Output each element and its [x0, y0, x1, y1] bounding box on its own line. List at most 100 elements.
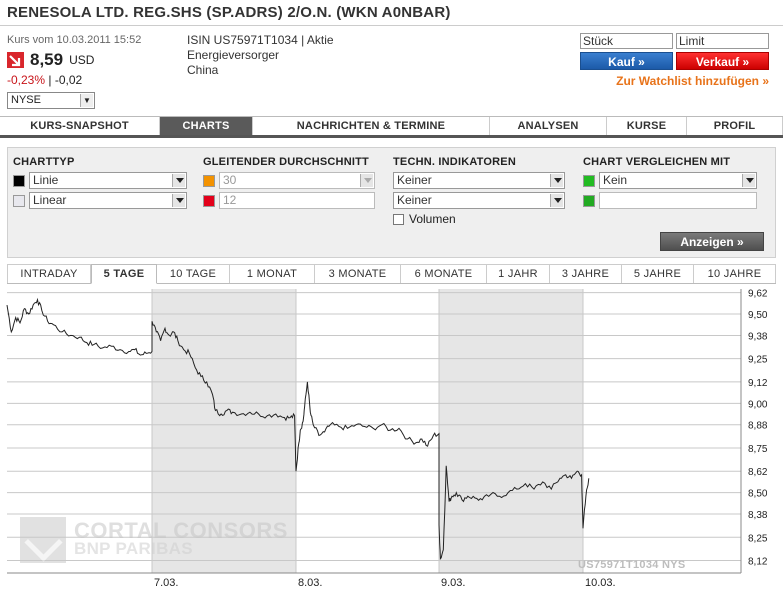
exchange-select[interactable]: NYSE ▼ [7, 92, 95, 109]
main-tabs: KURS-SNAPSHOT CHARTS NACHRICHTEN & TERMINE… [0, 116, 783, 138]
show-chart-button[interactable]: Anzeigen » [660, 232, 764, 251]
change-percent: -0,23% [7, 73, 46, 87]
gd-row-1: 30 [203, 172, 383, 192]
watermark-text: CORTAL CONSORS BNP PARIBAS [74, 518, 288, 558]
vergleich-heading: CHART VERGLEICHEN MIT [583, 156, 731, 168]
currency: USD [69, 53, 95, 67]
indicator2-value: Keiner [397, 193, 432, 207]
buy-button[interactable]: Kauf » [580, 52, 673, 70]
gd2-color-swatch[interactable] [203, 194, 215, 207]
compare-color-swatch[interactable] [583, 174, 595, 187]
country: China [187, 63, 219, 77]
price-change: -0,23% | -0,02 [7, 73, 177, 87]
indicator2-select[interactable]: Keiner [393, 192, 565, 209]
y-tick-label: 9,62 [748, 289, 768, 300]
indicator1-select[interactable]: Keiner [393, 172, 565, 189]
volume-label: Volumen [409, 212, 456, 226]
chevron-down-icon [550, 194, 563, 207]
range-tab-10-jahre[interactable]: 10 JAHRE [694, 264, 776, 283]
range-tab-1-jahr[interactable]: 1 JAHR [487, 264, 550, 283]
range-tabs: INTRADAY 5 TAGE 10 TAGE 1 MONAT 3 MONATE 6 MO… [7, 264, 776, 284]
quote-panel: Kurs vom 10.03.2011 15:52 8,59 USD -0,23… [7, 34, 177, 109]
gd1-color-swatch[interactable] [203, 174, 215, 187]
y-tick-label: 9,12 [748, 378, 768, 389]
range-tab-6-monate[interactable]: 6 MONATE [401, 264, 487, 283]
quantity-input[interactable]: Stück [580, 33, 673, 49]
y-tick-label: 8,88 [748, 421, 768, 432]
volume-option: Volumen [393, 212, 568, 226]
volume-checkbox[interactable] [393, 213, 404, 225]
compare-select[interactable]: Kein [599, 172, 757, 189]
change-separator: | [48, 73, 52, 87]
range-tab-5-tage[interactable]: 5 TAGE [91, 264, 157, 284]
chart-settings-panel: CHARTTYP Linie Linear GLEITENDER DURCHSC… [7, 147, 776, 258]
x-tick-label: 8.03. [298, 577, 322, 589]
chart-type-select[interactable]: Linie [29, 172, 187, 189]
compare-input[interactable] [599, 192, 757, 209]
chevron-down-icon: ▼ [80, 94, 93, 107]
x-tick-label: 9.03. [441, 577, 465, 589]
tab-analysen[interactable]: ANALYSEN [490, 117, 607, 135]
range-tab-intraday[interactable]: INTRADAY [7, 264, 91, 283]
tab-charts[interactable]: CHARTS [160, 117, 253, 135]
tab-profil[interactable]: PROFIL [687, 117, 783, 135]
x-tick-label: 7.03. [154, 577, 178, 589]
range-tab-3-monate[interactable]: 3 MONATE [315, 264, 401, 283]
current-price: 8,59 [30, 50, 64, 69]
limit-input[interactable]: Limit [676, 33, 769, 49]
scale-select[interactable]: Linear [29, 192, 187, 209]
range-tab-10-tage[interactable]: 10 TAGE [157, 264, 230, 283]
y-tick-label: 8,62 [748, 467, 768, 478]
y-tick-label: 8,25 [748, 533, 768, 544]
charttyp-group: CHARTTYP Linie Linear [13, 156, 188, 212]
gd2-input[interactable]: 12 [219, 192, 375, 209]
watermark-line1: CORTAL CONSORS [74, 518, 288, 543]
tab-nachrichten-termine[interactable]: NACHRICHTEN & TERMINE [253, 117, 490, 135]
price-row: 8,59 USD [7, 50, 177, 70]
quote-date: Kurs vom 10.03.2011 15:52 [7, 34, 142, 46]
range-tab-1-monat[interactable]: 1 MONAT [230, 264, 315, 283]
charttyp-heading: CHARTTYP [13, 156, 75, 168]
scale-value: Linear [33, 193, 67, 207]
order-box: Stück Limit Kauf » Verkauf » Zur Watchli… [580, 33, 770, 88]
chevron-down-icon [172, 174, 185, 187]
tab-kurse[interactable]: KURSE [607, 117, 687, 135]
chevron-down-icon [550, 174, 563, 187]
chart-type-color-swatch[interactable] [13, 174, 25, 187]
add-to-watchlist-link[interactable]: Zur Watchlist hinzufügen » [580, 74, 770, 88]
tab-kurs-snapshot[interactable]: KURS-SNAPSHOT [0, 117, 160, 135]
range-tab-3-jahre[interactable]: 3 JAHRE [550, 264, 622, 283]
vergleich-row-1: Kein [583, 172, 763, 192]
y-tick-label: 9,00 [748, 399, 768, 410]
change-absolute: -0,02 [54, 73, 83, 87]
gd1-select[interactable]: 30 [219, 172, 375, 189]
y-tick-label: 9,25 [748, 355, 768, 366]
down-arrow-icon [7, 52, 24, 68]
scale-color-swatch [13, 194, 25, 207]
gd-row-2: 12 [203, 192, 383, 212]
y-tick-label: 8,38 [748, 510, 768, 521]
y-tick-label: 8,75 [748, 444, 768, 455]
watermark: CORTAL CONSORS BNP PARIBAS [20, 517, 288, 563]
order-buttons: Kauf » Verkauf » [580, 52, 770, 70]
sector: Energieversorger [187, 48, 280, 62]
chevron-down-icon [172, 194, 185, 207]
order-inputs: Stück Limit [580, 33, 770, 49]
compare2-color-swatch[interactable] [583, 194, 595, 207]
sell-button[interactable]: Verkauf » [676, 52, 769, 70]
price-chart: 9,62 9,50 9,38 9,25 9,12 9,00 8,88 8,75 8,62 8,50… [0, 285, 783, 596]
vergleich-row-2 [583, 192, 763, 212]
security-info: ISIN US75971T1034 | Aktie Energieversorg… [187, 33, 334, 78]
range-tab-5-jahre[interactable]: 5 JAHRE [622, 264, 694, 283]
y-tick-label: 8,12 [748, 556, 768, 567]
cortal-consors-logo [20, 517, 66, 563]
indikatoren-heading: TECHN. INDIKATOREN [393, 156, 516, 168]
indicator1-value: Keiner [397, 173, 432, 187]
day-shade-9-03 [439, 289, 583, 573]
y-tick-label: 8,50 [748, 489, 768, 500]
vergleich-group: CHART VERGLEICHEN MIT Kein [583, 156, 763, 212]
title-bar: RENESOLA LTD. REG.SHS (SP.ADRS) 2/O.N. (… [0, 0, 783, 26]
chart-isin-label: US75971T1034 NYS [578, 559, 686, 571]
charttyp-row-1: Linie [13, 172, 188, 192]
gd-heading: GLEITENDER DURCHSCHNITT [203, 156, 369, 168]
